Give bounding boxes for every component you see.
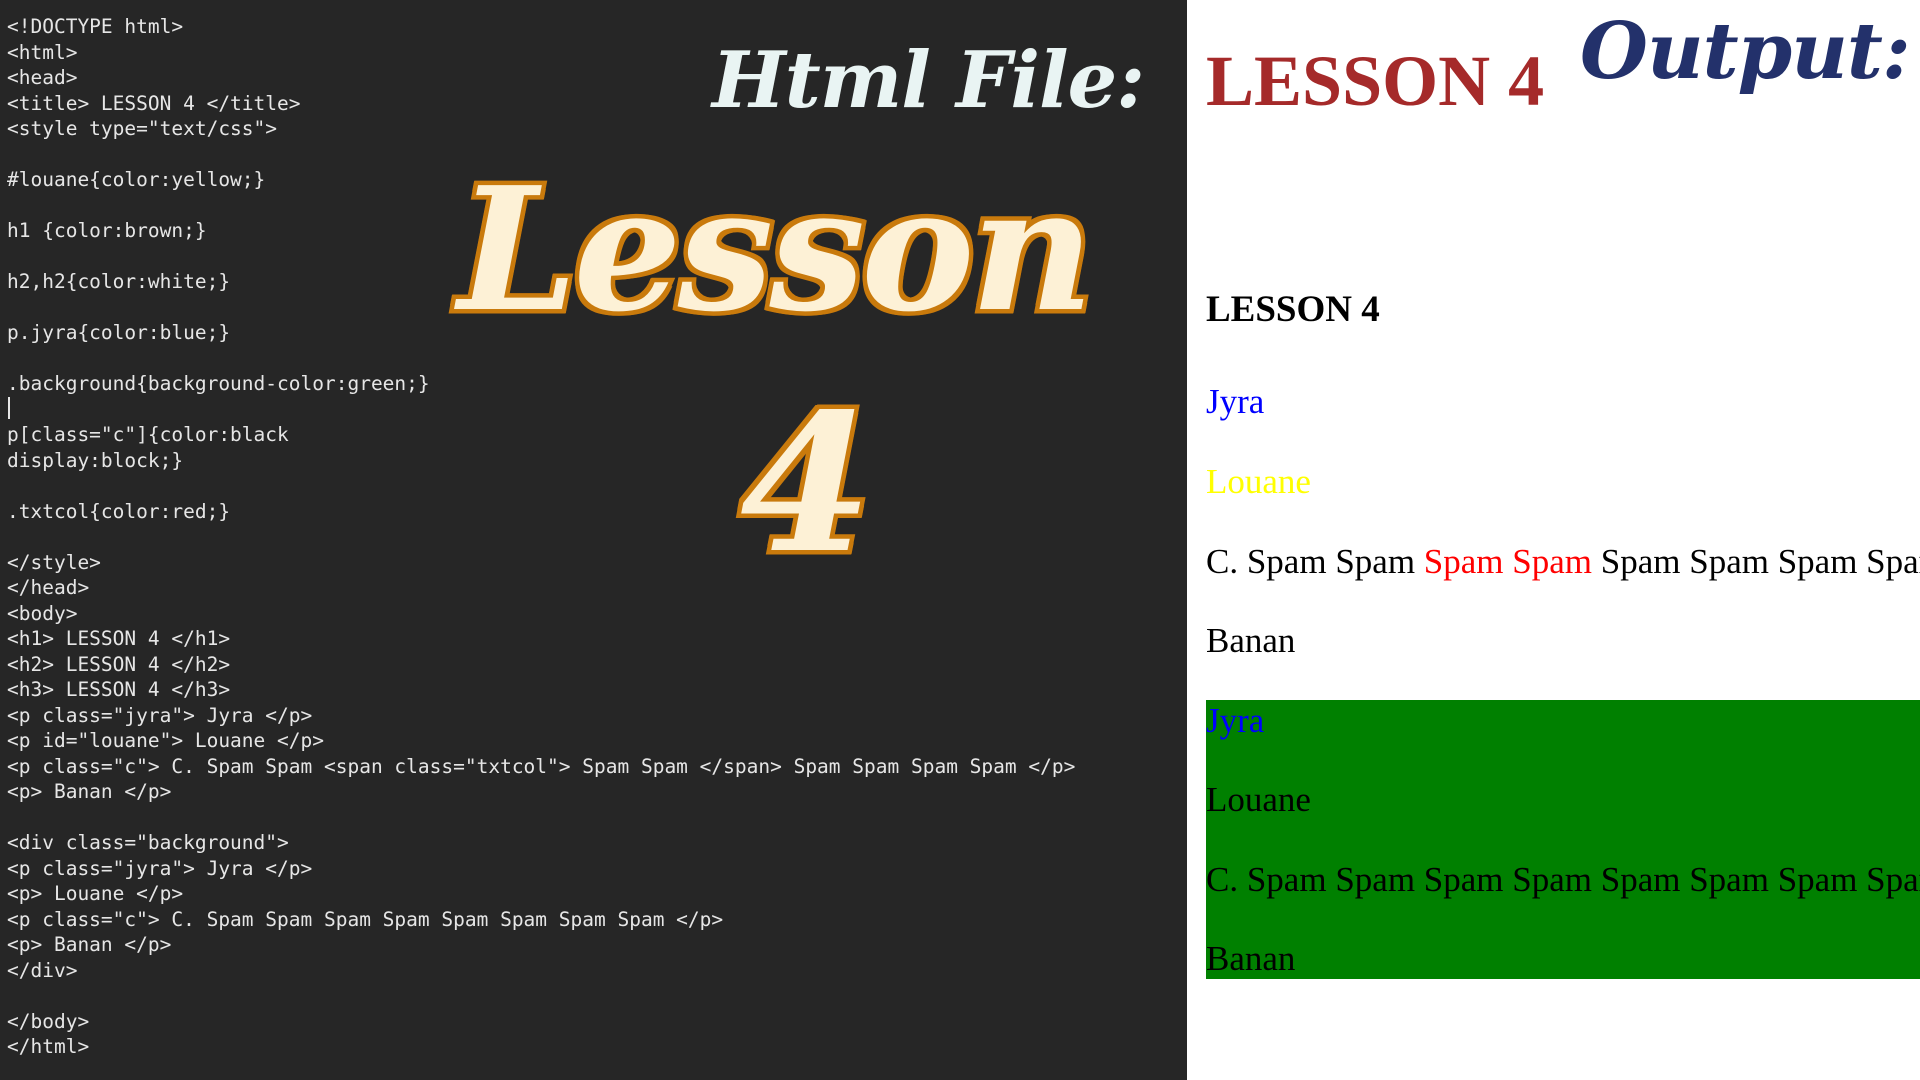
browser-output-pane: LESSON 4 Output: LESSON 4 Jyra Louane C.… bbox=[1187, 0, 1920, 1080]
output-h1: LESSON 4 bbox=[1206, 41, 1545, 121]
html-file-label: Html File: bbox=[712, 35, 1145, 126]
code-line[interactable]: <p id="louane"> Louane </p> bbox=[7, 728, 1075, 754]
code-line[interactable] bbox=[7, 805, 1075, 831]
output-p-c-text2: Spam Spam Spam Spam bbox=[1592, 542, 1920, 581]
code-line[interactable]: <h1> LESSON 4 </h1> bbox=[7, 626, 1075, 652]
code-editor-pane[interactable]: <!DOCTYPE html> <html> <head> <title> LESSO… bbox=[0, 0, 1187, 1080]
code-line[interactable] bbox=[7, 524, 1075, 550]
code-line[interactable]: .background{background-color:green;} bbox=[7, 371, 1075, 397]
code-line[interactable]: <h3> LESSON 4 </h3> bbox=[7, 677, 1075, 703]
code-line[interactable]: <body> bbox=[7, 601, 1075, 627]
code-line[interactable] bbox=[7, 397, 1075, 423]
output-p-c: C. Spam Spam Spam Spam Spam Spam Spam Sp… bbox=[1206, 542, 1920, 582]
code-line[interactable]: <p> Louane </p> bbox=[7, 881, 1075, 907]
code-line[interactable]: display:block;} bbox=[7, 448, 1075, 474]
lesson-word: Lesson bbox=[453, 146, 1098, 355]
code-line[interactable]: </head> bbox=[7, 575, 1075, 601]
code-line[interactable]: <h2> LESSON 4 </h2> bbox=[7, 652, 1075, 678]
box-p-banan: Banan bbox=[1206, 939, 1296, 978]
output-label: Output: bbox=[1580, 6, 1911, 97]
lesson-number: 4 bbox=[735, 368, 876, 600]
code-line[interactable]: </div> bbox=[7, 958, 1075, 984]
box-p-jyra: Jyra bbox=[1206, 701, 1265, 740]
output-p-c-red-span: Spam Spam bbox=[1423, 542, 1592, 581]
code-line[interactable] bbox=[7, 473, 1075, 499]
output-p-c-text1: C. Spam Spam bbox=[1206, 542, 1424, 581]
box-p-c: C. Spam Spam Spam Spam Spam Spam Spam Sp… bbox=[1206, 860, 1920, 899]
code-line[interactable] bbox=[7, 983, 1075, 1009]
code-line[interactable]: <p class="jyra"> Jyra </p> bbox=[7, 856, 1075, 882]
code-line[interactable]: </style> bbox=[7, 550, 1075, 576]
code-line[interactable]: <p class="c"> C. Spam Spam Spam Spam Spa… bbox=[7, 907, 1075, 933]
green-background-div bbox=[1206, 700, 1920, 979]
code-line[interactable]: </html> bbox=[7, 1034, 1075, 1060]
code-line[interactable]: p[class="c"]{color:black bbox=[7, 422, 1075, 448]
text-caret bbox=[8, 397, 10, 419]
box-p-louane: Louane bbox=[1206, 780, 1311, 819]
code-line[interactable]: <p> Banan </p> bbox=[7, 779, 1075, 805]
output-p-banan: Banan bbox=[1206, 621, 1296, 660]
code-line[interactable]: <div class="background"> bbox=[7, 830, 1075, 856]
code-line[interactable]: </body> bbox=[7, 1009, 1075, 1035]
output-p-jyra: Jyra bbox=[1206, 382, 1265, 421]
code-line[interactable]: <p class="jyra"> Jyra </p> bbox=[7, 703, 1075, 729]
output-p-louane: Louane bbox=[1206, 462, 1311, 501]
code-line[interactable]: .txtcol{color:red;} bbox=[7, 499, 1075, 525]
code-line[interactable]: <p class="c"> C. Spam Spam <span class="… bbox=[7, 754, 1075, 780]
code-line[interactable]: <p> Banan </p> bbox=[7, 932, 1075, 958]
output-h3: LESSON 4 bbox=[1206, 289, 1380, 330]
